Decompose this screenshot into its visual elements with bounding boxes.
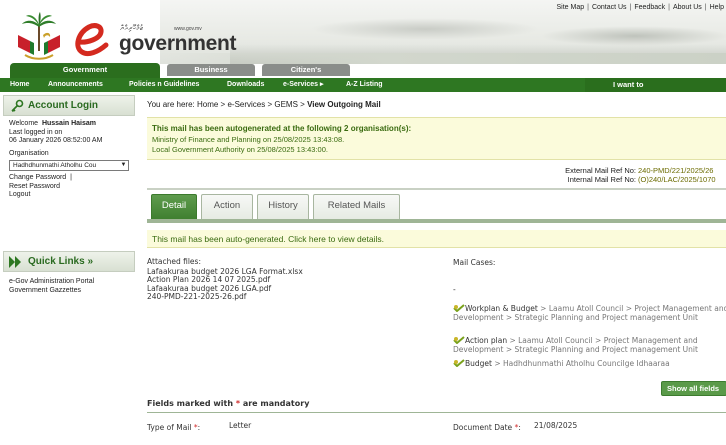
quick-links-header: Quick Links » (3, 251, 135, 272)
account-login-box: Account Login Welcome Hussain Haisam Las… (3, 95, 135, 204)
case-check-icon (453, 359, 465, 367)
auto-generated-banner: This mail has been auto-generated. Click… (147, 230, 726, 248)
last-logged-value: 06 January 2026 08:52:00 AM (9, 137, 103, 144)
main-nav-bar: Home Announcements Policies n Guidelines… (0, 78, 726, 92)
feedback-link[interactable]: Feedback (634, 4, 665, 11)
breadcrumb-gems[interactable]: GEMS (274, 100, 298, 109)
attached-file-link[interactable]: 240-PMD-221-2025-26.pdf (147, 293, 303, 302)
account-login-title: Account Login (28, 100, 98, 111)
reset-password-link[interactable]: Reset Password (9, 183, 129, 192)
national-emblem-icon[interactable] (13, 11, 65, 63)
mail-cases-title: Mail Cases: (453, 258, 496, 267)
contact-us-link[interactable]: Contact Us (592, 4, 627, 11)
breadcrumb-e-services[interactable]: e-Services (227, 100, 265, 109)
auto-generated-link[interactable]: This mail has been auto-generated. Click… (152, 234, 384, 244)
user-name: Hussain Haisam (41, 120, 97, 127)
external-ref-value: 240-PMD/221/2025/26 (638, 166, 714, 175)
organisation-select[interactable]: Hadhdhunmathi Atholhu Cou ▼ (9, 160, 129, 171)
breadcrumb-current: View Outgoing Mail (307, 100, 381, 109)
breadcrumb: You are here: Home > e-Services > GEMS >… (147, 100, 381, 109)
nav-downloads[interactable]: Downloads (227, 78, 264, 92)
tab-citizens[interactable]: Citizen's (262, 64, 350, 76)
quick-links-body: e-Gov Administration Portal Government G… (3, 272, 135, 301)
organisation-value: Hadhdhunmathi Atholhu Cou (13, 162, 97, 169)
quick-links-box: Quick Links » e-Gov Administration Porta… (3, 251, 135, 301)
quick-links-title: Quick Links » (28, 256, 94, 267)
document-date-label: Document Date *: (453, 423, 521, 432)
tab-history[interactable]: History (257, 194, 309, 219)
logout-link[interactable]: Logout (9, 191, 129, 200)
autogenerated-notice: This mail has been autogenerated at the … (147, 117, 726, 160)
tab-detail[interactable]: Detail (151, 194, 197, 219)
double-arrow-icon (9, 256, 21, 268)
type-of-mail-label: Type of Mail *: (147, 423, 201, 432)
internal-ref-value: (O)240/LAC/2025/1070 (638, 175, 716, 184)
about-us-link[interactable]: About Us (673, 4, 702, 11)
organisation-label: Organisation (9, 149, 49, 157)
case-check-icon (453, 304, 465, 312)
mail-case-item[interactable]: Workplan & Budget > Laamu Atoll Council … (453, 304, 726, 322)
tab-government[interactable]: Government (10, 63, 160, 78)
nav-home[interactable]: Home (10, 78, 29, 92)
tab-action[interactable]: Action (201, 194, 253, 219)
i-want-to-label: I want to (613, 80, 644, 89)
case-check-icon (453, 336, 465, 344)
autogenerated-org-line: Local Government Authority on 25/08/2025… (152, 145, 328, 154)
nav-announcements[interactable]: Announcements (48, 78, 103, 92)
divider (147, 412, 726, 413)
logo-government-text: government (119, 32, 237, 55)
site-map-link[interactable]: Site Map (556, 4, 584, 11)
type-of-mail-value: Letter (229, 421, 252, 430)
mail-cases: Mail Cases: - Workplan & Budget > Laamu … (453, 258, 726, 368)
quick-link-gazzettes[interactable]: Government Gazzettes (9, 287, 129, 296)
external-ref-label: External Mail Ref No: (565, 166, 636, 175)
last-logged-label: Last logged in on (9, 128, 63, 136)
nav-e-services[interactable]: e-Services ▸ (283, 78, 324, 92)
egov-e-logo-icon (75, 23, 109, 57)
mandatory-note: Fields marked with * are mandatory (147, 399, 310, 408)
detail-tabs: Detail Action History Related Mails (147, 188, 726, 223)
i-want-to-menu[interactable]: I want to (585, 78, 726, 92)
nav-policies-guidelines[interactable]: Policies n Guidelines (129, 78, 199, 92)
tab-related-mails[interactable]: Related Mails (313, 194, 400, 219)
change-password-link[interactable]: Change Password (9, 174, 66, 181)
attached-files: Attached files: Lafaakuraa budget 2026 L… (147, 257, 303, 302)
key-icon (11, 99, 24, 113)
account-login-body: Welcome Hussain Haisam Last logged in on… (3, 116, 135, 204)
welcome-line: Welcome Hussain Haisam (9, 120, 97, 127)
show-all-fields-button[interactable]: Show all fields (661, 381, 726, 396)
document-date-value: 21/08/2025 (534, 421, 578, 430)
quick-link-egov-admin[interactable]: e-Gov Administration Portal (9, 278, 129, 287)
site-header: Site Map | Contact Us | Feedback | About Us | He… (0, 0, 726, 79)
login-links: Change Password | Reset Password Logout (9, 174, 129, 200)
top-links: Site Map | Contact Us | Feedback | About Us | He… (556, 4, 724, 11)
nav-a-z-listing[interactable]: A-Z Listing (346, 78, 383, 92)
mail-case-item[interactable]: Budget > Hadhdhunmathi Atholhu Councilge… (453, 359, 726, 369)
account-login-header: Account Login (3, 95, 135, 116)
tab-business[interactable]: Business (167, 64, 255, 76)
autogenerated-org-line: Ministry of Finance and Planning on 25/0… (152, 135, 345, 144)
mail-case-item[interactable]: Action plan > Laamu Atoll Council > Proj… (453, 336, 726, 354)
mail-cases-empty-marker: - (453, 285, 456, 294)
chevron-down-icon: ▼ (120, 162, 127, 168)
breadcrumb-home[interactable]: Home (197, 100, 218, 109)
attached-files-title: Attached files: (147, 257, 201, 266)
internal-ref-label: Internal Mail Ref No: (567, 175, 636, 184)
autogenerated-heading: This mail has been autogenerated at the … (152, 124, 412, 133)
main-content: You are here: Home > e-Services > GEMS >… (147, 95, 726, 445)
help-link[interactable]: Help (710, 4, 724, 11)
